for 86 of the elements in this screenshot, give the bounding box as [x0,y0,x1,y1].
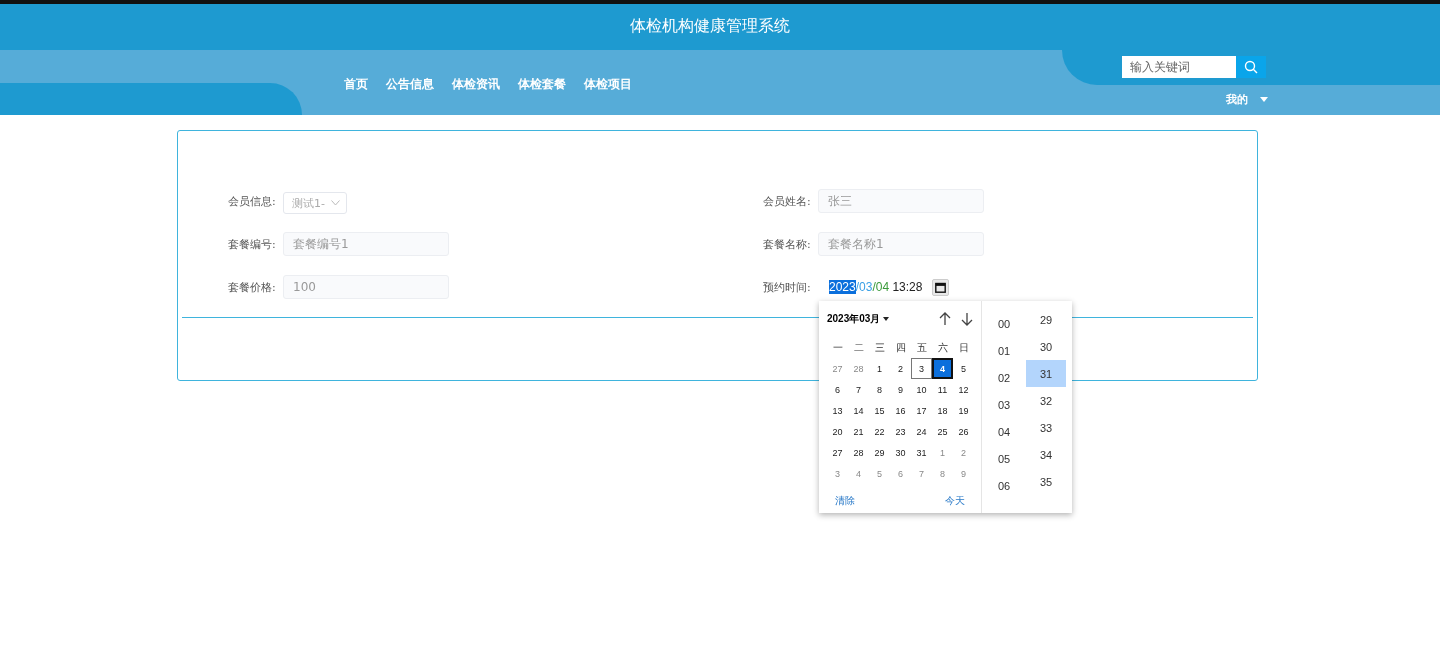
chevron-icon [330,200,340,206]
field-label: 预约时间: [763,279,812,295]
day-cell[interactable]: 13 [827,400,848,421]
caret-icon [1260,97,1268,102]
search-field[interactable]: 输入关键词 [1122,56,1236,78]
weekday-label: 五 [915,340,928,355]
day-cell[interactable]: 15 [869,400,890,421]
month-dropdown[interactable]: 2023年03月 [827,312,890,326]
day-cell[interactable]: 7 [848,379,869,400]
day-cell[interactable]: 9 [890,379,911,400]
day-cell[interactable]: 27 [827,442,848,463]
day-cell[interactable]: 5 [953,358,974,379]
day-cell[interactable]: 30 [890,442,911,463]
field-label: 会员信息: [228,193,277,209]
search-button[interactable] [1236,56,1266,78]
next-month-button[interactable] [961,312,973,326]
day-cell[interactable]: 1 [869,358,890,379]
hour-option[interactable]: 06 [982,472,1026,499]
day-cell[interactable]: 1 [932,442,953,463]
minute-option[interactable]: 34 [1026,441,1066,468]
minute-option[interactable]: 32 [1026,387,1066,414]
day-cell[interactable]: 8 [869,379,890,400]
weekday-label: 四 [894,340,907,355]
day-cell[interactable]: 26 [953,421,974,442]
day-cell[interactable]: 23 [890,421,911,442]
caret-icon [883,317,890,321]
weekday-label: 三 [873,340,886,355]
day-cell[interactable]: 27 [827,358,848,379]
day-cell[interactable]: 8 [932,463,953,484]
day-cell[interactable]: 12 [953,379,974,400]
minute-option[interactable]: 33 [1026,414,1066,441]
calendar-button[interactable] [932,278,950,296]
day-cell[interactable]: 19 [953,400,974,421]
search-icon [1244,60,1258,74]
day-cell[interactable]: 22 [869,421,890,442]
day-cell[interactable]: 20 [827,421,848,442]
site-title: 体检机构健康管理系统 [630,16,790,37]
minute-option[interactable]: 31 [1026,360,1066,387]
day-cell[interactable]: 11 [932,379,953,400]
day-cell[interactable]: 5 [869,463,890,484]
day-cell[interactable]: 2 [890,358,911,379]
day-cell[interactable]: 24 [911,421,932,442]
day-cell[interactable]: 28 [848,358,869,379]
hour-option[interactable]: 03 [982,391,1026,418]
field-label: 会员姓名: [763,193,812,209]
hour-option[interactable]: 00 [982,310,1026,337]
minute-option[interactable]: 30 [1026,333,1066,360]
day-cell[interactable]: 3 [827,463,848,484]
day-cell[interactable]: 9 [953,463,974,484]
day-cell[interactable]: 17 [911,400,932,421]
previous-month-button[interactable] [939,312,951,326]
calendar-icon [935,281,947,293]
day-cell[interactable]: 18 [932,400,953,421]
day-cell[interactable]: 4 [932,358,953,379]
day-cell[interactable]: 4 [848,463,869,484]
day-cell[interactable]: 2 [953,442,974,463]
minute-option[interactable]: 35 [1026,468,1066,495]
down-arrow-icon [961,312,973,326]
hour-option[interactable]: 05 [982,445,1026,472]
minute-option[interactable]: 29 [1026,306,1066,333]
hour-option[interactable]: 01 [982,337,1026,364]
day-cell[interactable]: 16 [890,400,911,421]
day-cell[interactable]: 7 [911,463,932,484]
day-cell[interactable]: 31 [911,442,932,463]
field-label: 套餐编号: [228,236,277,252]
day-cell[interactable]: 28 [848,442,869,463]
clear-link[interactable]: 清除 [835,494,855,508]
datetime-value[interactable]: 2023/03/04 13:28 [829,280,923,294]
day-cell[interactable]: 29 [869,442,890,463]
weekday-label: 六 [936,340,949,355]
today-link[interactable]: 今天 [945,494,965,508]
day-cell[interactable]: 25 [932,421,953,442]
day-cell[interactable]: 14 [848,400,869,421]
field-label: 套餐名称: [763,236,812,252]
day-cell[interactable]: 6 [890,463,911,484]
hour-option[interactable]: 04 [982,418,1026,445]
weekday-label: 日 [957,340,970,355]
day-cell[interactable]: 3 [911,358,932,379]
field-label: 套餐价格: [228,279,277,295]
day-cell[interactable]: 10 [911,379,932,400]
day-cell[interactable]: 21 [848,421,869,442]
weekday-label: 二 [852,340,865,355]
day-cell[interactable]: 6 [827,379,848,400]
weekday-label: 一 [831,340,844,355]
up-arrow-icon [939,312,951,326]
hour-option[interactable]: 02 [982,364,1026,391]
